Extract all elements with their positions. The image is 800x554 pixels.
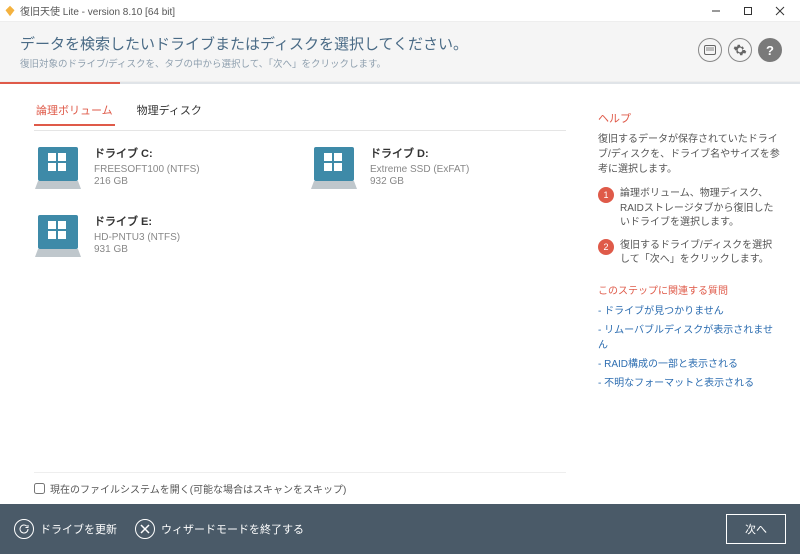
faq-link[interactable]: - RAID構成の一部と表示される (598, 355, 782, 370)
help-title: ヘルプ (598, 110, 782, 126)
faq-link[interactable]: - リムーバブルディスクが表示されません (598, 321, 782, 351)
app-icon (4, 5, 16, 17)
drive-icon (34, 145, 82, 191)
exit-wizard-label: ウィザードモードを終了する (161, 521, 304, 537)
card-view-icon[interactable] (698, 38, 722, 62)
drive-size: 931 GB (94, 244, 180, 255)
tab-logical-volume[interactable]: 論理ボリューム (34, 96, 115, 126)
refresh-icon (14, 519, 34, 539)
drive-name: ドライブ E: (94, 213, 180, 229)
next-button[interactable]: 次へ (726, 514, 786, 544)
drive-icon (34, 213, 82, 259)
settings-icon[interactable] (728, 38, 752, 62)
faq-link[interactable]: - 不明なフォーマットと表示される (598, 374, 782, 389)
drive-filesystem: HD-PNTU3 (NTFS) (94, 232, 180, 243)
page-title: データを検索したいドライブまたはディスクを選択してください。 (20, 33, 468, 54)
drive-item[interactable]: ドライブ C: FREESOFT100 (NTFS) 216 GB (34, 145, 290, 191)
page-subtitle: 復旧対象のドライブ/ディスクを、タブの中から選択して、「次へ」をクリックします。 (20, 56, 468, 70)
drive-filesystem: FREESOFT100 (NTFS) (94, 164, 200, 175)
step-text: 論理ボリューム、物理ディスク、RAIDストレージタブから復旧したいドライブを選択… (620, 187, 782, 231)
help-icon[interactable]: ? (758, 38, 782, 62)
exit-wizard-button[interactable]: ウィザードモードを終了する (135, 519, 304, 539)
window-title: 復旧天使 Lite - version 8.10 [64 bit] (20, 3, 175, 18)
step-text: 復旧するドライブ/ディスクを選択して「次へ」をクリックします。 (620, 239, 782, 268)
faq-link[interactable]: - ドライブが見つかりません (598, 302, 782, 317)
skip-scan-checkbox[interactable] (34, 483, 45, 494)
faq-links: - ドライブが見つかりません - リムーバブルディスクが表示されません - RA… (598, 302, 782, 389)
close-button[interactable] (764, 0, 796, 22)
footer-bar: ドライブを更新 ウィザードモードを終了する 次へ (0, 504, 800, 554)
maximize-button[interactable] (732, 0, 764, 22)
close-icon (135, 519, 155, 539)
help-step-2: 2 復旧するドライブ/ディスクを選択して「次へ」をクリックします。 (598, 239, 782, 268)
related-questions-title: このステップに関連する質問 (598, 282, 782, 297)
page-header: データを検索したいドライブまたはディスクを選択してください。 復旧対象のドライブ… (0, 22, 800, 82)
skip-scan-label: 現在のファイルシステムを開く(可能な場合はスキャンをスキップ) (50, 481, 346, 496)
tab-physical-disk[interactable]: 物理ディスク (135, 96, 204, 126)
help-intro: 復旧するデータが保存されていたドライブ/ディスクを、ドライブ名やサイズを参考に選… (598, 132, 782, 177)
help-sidebar: ヘルプ 復旧するデータが保存されていたドライブ/ディスクを、ドライブ名やサイズを… (586, 84, 800, 504)
drive-item[interactable]: ドライブ E: HD-PNTU3 (NTFS) 931 GB (34, 213, 290, 259)
drive-name: ドライブ C: (94, 145, 200, 161)
refresh-drives-button[interactable]: ドライブを更新 (14, 519, 117, 539)
drive-item[interactable]: ドライブ D: Extreme SSD (ExFAT) 932 GB (310, 145, 566, 191)
drive-size: 216 GB (94, 176, 200, 187)
drive-size: 932 GB (370, 176, 469, 187)
drive-list: ドライブ C: FREESOFT100 (NTFS) 216 GB ドライブ D… (34, 145, 566, 259)
skip-scan-row: 現在のファイルシステムを開く(可能な場合はスキャンをスキップ) (34, 472, 566, 496)
drive-icon (310, 145, 358, 191)
step-number-icon: 1 (598, 187, 614, 203)
tabs: 論理ボリューム 物理ディスク (34, 96, 566, 126)
minimize-button[interactable] (700, 0, 732, 22)
drive-filesystem: Extreme SSD (ExFAT) (370, 164, 469, 175)
help-step-1: 1 論理ボリューム、物理ディスク、RAIDストレージタブから復旧したいドライブを… (598, 187, 782, 231)
refresh-label: ドライブを更新 (40, 521, 117, 537)
titlebar: 復旧天使 Lite - version 8.10 [64 bit] (0, 0, 800, 22)
step-number-icon: 2 (598, 239, 614, 255)
main-panel: 論理ボリューム 物理ディスク ドライブ C: FREESOFT100 (NTFS… (0, 84, 586, 504)
drive-name: ドライブ D: (370, 145, 469, 161)
